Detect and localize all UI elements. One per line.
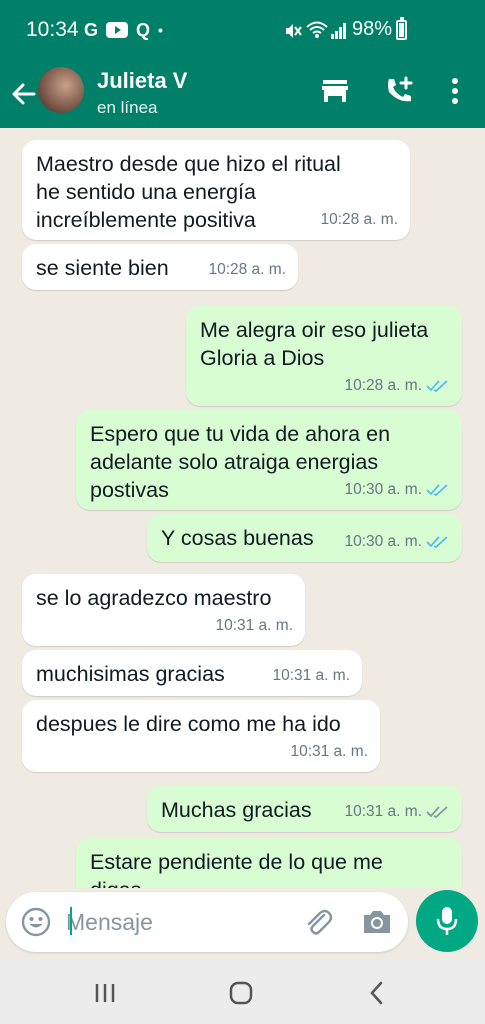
message-meta: 10:31 a. m.	[215, 612, 293, 640]
message-meta: 10:30 a. m.	[344, 476, 450, 504]
mic-icon	[436, 907, 458, 935]
google-icon: G	[84, 20, 99, 40]
status-bar: 10:34 G Q • 98%	[0, 0, 485, 60]
message-meta: 10:28 a. m.	[344, 372, 450, 400]
store-icon[interactable]	[318, 74, 352, 108]
message-meta: 10:31 a. m.	[290, 738, 368, 766]
message-bubble[interactable]: Espero que tu vida de ahora en adelante …	[76, 410, 462, 510]
youtube-icon	[106, 22, 129, 38]
camera-icon[interactable]	[360, 906, 394, 938]
message-meta: 10:28 a. m.	[208, 256, 286, 284]
message-time: 10:28 a. m.	[320, 211, 398, 228]
message-bubble[interactable]: muchisimas gracias 10:31 a. m.	[22, 650, 362, 696]
q-app-icon: Q	[136, 20, 151, 40]
emoji-icon[interactable]	[20, 906, 52, 938]
message-time: 10:28 a. m.	[344, 377, 422, 394]
message-time: 10:30 a. m.	[344, 481, 422, 498]
message-list[interactable]: Maestro desde que hizo el ritual he sent…	[0, 128, 485, 888]
message-text: despues le dire como me ha ido	[36, 712, 341, 736]
message-meta: 10:31 a. m.	[344, 798, 450, 826]
message-text: Me alegra oir eso julieta Gloria a Dios	[200, 318, 429, 370]
message-bubble[interactable]: Maestro desde que hizo el ritual he sent…	[22, 140, 410, 240]
nav-back-icon[interactable]	[362, 978, 392, 1008]
mute-icon	[286, 24, 302, 38]
more-notifications-dot: •	[158, 22, 163, 38]
message-bubble[interactable]: se siente bien 10:28 a. m.	[22, 244, 298, 290]
notification-icons: G Q •	[84, 20, 163, 40]
message-text: se lo agradezco maestro	[36, 586, 272, 610]
message-composer	[6, 892, 408, 952]
home-icon[interactable]	[226, 978, 256, 1008]
contact-name[interactable]: Julieta V	[97, 68, 187, 94]
contact-avatar[interactable]	[38, 67, 84, 113]
message-meta: 10:30 a. m.	[344, 528, 450, 556]
voice-message-button[interactable]	[416, 890, 478, 952]
status-time: 10:34	[26, 18, 79, 41]
message-text: Maestro desde que hizo el ritual he sent…	[36, 152, 341, 232]
message-time: 10:31 a. m.	[344, 803, 422, 820]
add-call-icon[interactable]	[383, 74, 417, 108]
text-cursor	[70, 907, 72, 935]
read-ticks-icon	[426, 380, 448, 393]
signal-icon	[331, 23, 346, 39]
message-time: 10:31 a. m.	[272, 667, 350, 684]
read-ticks-icon	[426, 484, 448, 497]
message-bubble[interactable]: despues le dire como me ha ido 10:31 a. …	[22, 700, 380, 772]
contact-status: en línea	[97, 98, 158, 117]
delivered-ticks-icon	[426, 806, 448, 819]
message-bubble[interactable]: Y cosas buenas 10:30 a. m.	[147, 514, 462, 562]
system-navigation-bar	[0, 960, 485, 1024]
more-vert-icon[interactable]	[438, 74, 472, 108]
read-ticks-icon	[426, 536, 448, 549]
battery-icon	[396, 17, 407, 40]
message-time: 10:30 a. m.	[344, 533, 422, 550]
message-text: Estare pendiente de lo que me digas	[90, 850, 383, 888]
recent-apps-icon[interactable]	[90, 978, 120, 1008]
message-time: 10:31 a. m.	[215, 617, 293, 634]
message-bubble[interactable]: Me alegra oir eso julieta Gloria a Dios …	[186, 306, 462, 406]
message-time: 10:28 a. m.	[208, 261, 286, 278]
message-time: 10:31 a. m.	[290, 743, 368, 760]
attach-icon[interactable]	[302, 906, 334, 938]
wifi-icon	[306, 21, 328, 38]
message-bubble[interactable]: Muchas gracias 10:31 a. m.	[147, 786, 462, 832]
message-meta: 10:28 a. m.	[320, 206, 398, 234]
battery-percentage: 98%	[352, 18, 393, 40]
message-bubble[interactable]: se lo agradezco maestro 10:31 a. m.	[22, 574, 305, 646]
back-arrow-icon[interactable]	[8, 74, 38, 114]
message-meta: 10:31 a. m.	[272, 662, 350, 690]
chat-header: Julieta V en línea	[0, 60, 485, 128]
message-bubble[interactable]: Estare pendiente de lo que me digas	[76, 838, 462, 888]
message-input[interactable]	[66, 904, 286, 940]
